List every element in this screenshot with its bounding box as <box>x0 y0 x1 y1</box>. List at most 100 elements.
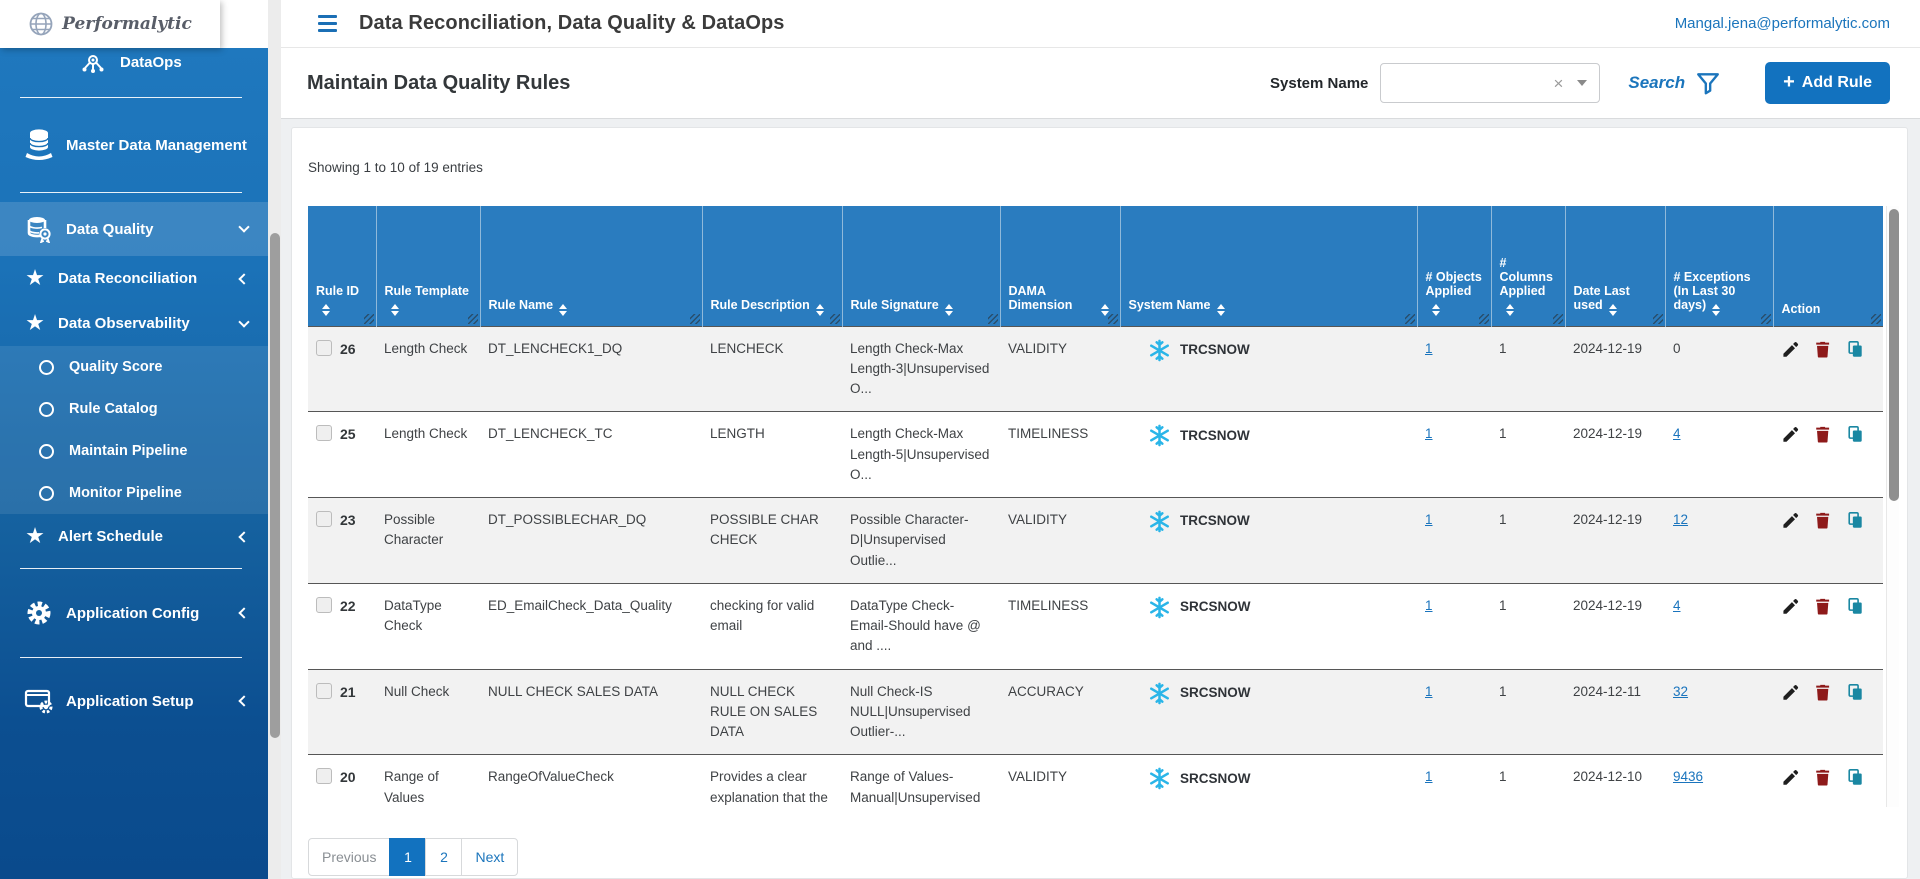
row-checkbox[interactable] <box>316 511 332 527</box>
copy-icon[interactable] <box>1846 339 1865 360</box>
logo[interactable]: Performalytic <box>0 0 220 48</box>
clear-icon[interactable]: × <box>1553 75 1563 92</box>
sidebar-item-application-config[interactable]: Application Config <box>0 578 268 648</box>
edit-icon[interactable] <box>1781 510 1800 531</box>
date-last-used: 2024-12-10 <box>1565 755 1665 807</box>
chevron-down-icon[interactable] <box>1577 80 1587 86</box>
objects-applied-link[interactable]: 1 <box>1425 512 1433 527</box>
exceptions-link[interactable]: 9436 <box>1673 769 1703 784</box>
col-rule-template[interactable]: Rule Template <box>376 206 480 326</box>
sidebar-item-dataops[interactable]: DataOps <box>0 48 268 88</box>
sidebar-item-data-reconciliation[interactable]: ★ Data Reconciliation <box>0 256 268 301</box>
filter-funnel-icon <box>1695 70 1721 96</box>
table-scrollbar-thumb[interactable] <box>1889 209 1899 501</box>
edit-icon[interactable] <box>1781 767 1800 788</box>
resize-handle[interactable] <box>468 314 478 324</box>
objects-applied-link[interactable]: 1 <box>1425 769 1433 784</box>
row-checkbox[interactable] <box>316 683 332 699</box>
col-columns-applied[interactable]: # Columns Applied <box>1491 206 1565 326</box>
resize-handle[interactable] <box>1479 314 1489 324</box>
rule-template: Length Check <box>376 412 480 498</box>
table-scrollbar[interactable] <box>1886 206 1899 807</box>
sidebar-item-master-data-management[interactable]: Master Data Management <box>0 107 268 183</box>
objects-applied-link[interactable]: 1 <box>1425 341 1433 356</box>
col-rule-signature[interactable]: Rule Signature <box>842 206 1000 326</box>
resize-handle[interactable] <box>1108 314 1118 324</box>
edit-icon[interactable] <box>1781 424 1800 445</box>
row-checkbox[interactable] <box>316 340 332 356</box>
chevron-down-icon <box>238 221 249 232</box>
delete-icon[interactable] <box>1813 682 1832 703</box>
resize-handle[interactable] <box>1553 314 1563 324</box>
edit-icon[interactable] <box>1781 682 1800 703</box>
edit-icon[interactable] <box>1781 596 1800 617</box>
col-exceptions[interactable]: # Exceptions (In Last 30 days) <box>1665 206 1773 326</box>
sidebar-item-monitor-pipeline[interactable]: Monitor Pipeline <box>0 472 268 514</box>
user-email[interactable]: Mangal.jena@performalytic.com <box>1675 15 1890 32</box>
sidebar-item-data-quality[interactable]: Data Quality <box>0 202 268 256</box>
rules-card: Showing 1 to 10 of 19 entries Rule ID Ru… <box>291 127 1908 879</box>
delete-icon[interactable] <box>1813 339 1832 360</box>
rule-description: LENCHECK <box>702 326 842 412</box>
row-checkbox[interactable] <box>316 425 332 441</box>
exceptions-link[interactable]: 4 <box>1673 426 1681 441</box>
exceptions-link[interactable]: 12 <box>1673 512 1688 527</box>
columns-applied: 1 <box>1491 412 1565 498</box>
sidebar-scrollbar-thumb[interactable] <box>270 233 280 738</box>
sidebar-item-label: Monitor Pipeline <box>69 485 254 501</box>
resize-handle[interactable] <box>1405 314 1415 324</box>
col-system-name[interactable]: System Name <box>1120 206 1417 326</box>
sidebar-item-rule-catalog[interactable]: Rule Catalog <box>0 388 268 430</box>
objects-applied-link[interactable]: 1 <box>1425 426 1433 441</box>
objects-applied-link[interactable]: 1 <box>1425 598 1433 613</box>
sidebar-item-alert-schedule[interactable]: ★ Alert Schedule <box>0 514 268 559</box>
resize-handle[interactable] <box>1871 314 1881 324</box>
pagination-previous[interactable]: Previous <box>308 838 390 876</box>
pagination-next[interactable]: Next <box>461 838 518 876</box>
pagination-page-2[interactable]: 2 <box>425 838 462 876</box>
columns-applied: 1 <box>1491 583 1565 669</box>
sidebar-item-maintain-pipeline[interactable]: Maintain Pipeline <box>0 430 268 472</box>
col-date-last-used[interactable]: Date Last used <box>1565 206 1665 326</box>
copy-icon[interactable] <box>1846 510 1865 531</box>
col-dama-dimension[interactable]: DAMA Dimension <box>1000 206 1120 326</box>
resize-handle[interactable] <box>690 314 700 324</box>
resize-handle[interactable] <box>830 314 840 324</box>
objects-applied-link[interactable]: 1 <box>1425 684 1433 699</box>
sidebar-item-data-observability[interactable]: ★ Data Observability <box>0 301 268 346</box>
row-checkbox[interactable] <box>316 768 332 784</box>
sidebar-item-label: Alert Schedule <box>58 528 224 545</box>
col-rule-description[interactable]: Rule Description <box>702 206 842 326</box>
row-checkbox[interactable] <box>316 597 332 613</box>
copy-icon[interactable] <box>1846 682 1865 703</box>
col-objects-applied[interactable]: # Objects Applied <box>1417 206 1491 326</box>
resize-handle[interactable] <box>988 314 998 324</box>
circle-icon <box>39 444 54 459</box>
delete-icon[interactable] <box>1813 510 1832 531</box>
sidebar-scrollbar[interactable] <box>268 0 281 879</box>
table-row: 26 Length Check DT_LENCHECK1_DQ LENCHECK… <box>308 326 1883 412</box>
dama-dimension: TIMELINESS <box>1000 583 1120 669</box>
resize-handle[interactable] <box>1761 314 1771 324</box>
sidebar-item-application-setup[interactable]: Application Setup <box>0 667 268 735</box>
exceptions-link[interactable]: 32 <box>1673 684 1688 699</box>
search-button[interactable]: Search <box>1628 70 1721 96</box>
copy-icon[interactable] <box>1846 767 1865 788</box>
menu-icon[interactable] <box>318 15 337 32</box>
resize-handle[interactable] <box>1653 314 1663 324</box>
system-name-select[interactable]: × <box>1380 63 1600 103</box>
sidebar-item-quality-score[interactable]: Quality Score <box>0 346 268 388</box>
delete-icon[interactable] <box>1813 424 1832 445</box>
dama-dimension: VALIDITY <box>1000 498 1120 584</box>
copy-icon[interactable] <box>1846 596 1865 617</box>
delete-icon[interactable] <box>1813 767 1832 788</box>
pagination-page-1[interactable]: 1 <box>389 838 426 876</box>
col-rule-name[interactable]: Rule Name <box>480 206 702 326</box>
copy-icon[interactable] <box>1846 424 1865 445</box>
edit-icon[interactable] <box>1781 339 1800 360</box>
resize-handle[interactable] <box>364 314 374 324</box>
exceptions-link[interactable]: 4 <box>1673 598 1681 613</box>
col-rule-id[interactable]: Rule ID <box>308 206 376 326</box>
add-rule-button[interactable]: + Add Rule <box>1765 62 1890 104</box>
delete-icon[interactable] <box>1813 596 1832 617</box>
